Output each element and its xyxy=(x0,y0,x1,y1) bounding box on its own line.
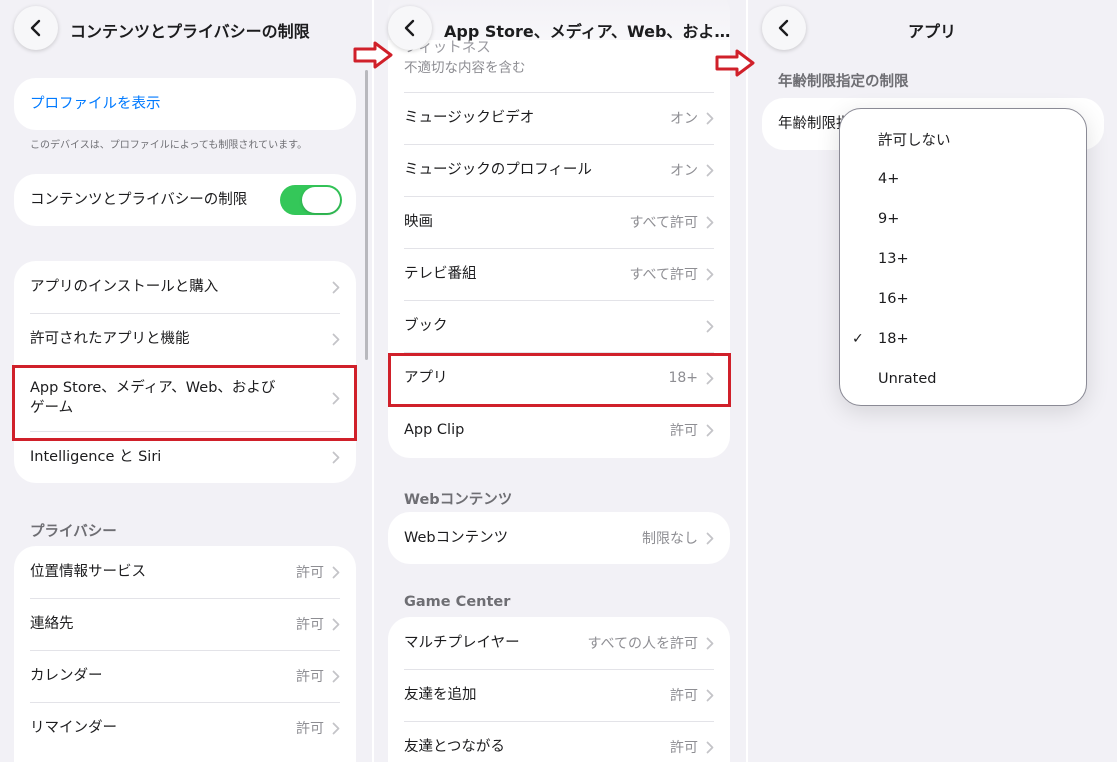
chevron-right-icon xyxy=(706,372,714,384)
chevron-right-icon xyxy=(706,164,714,176)
restriction-toggle-row[interactable]: コンテンツとプライバシーの制限 xyxy=(14,174,356,226)
toggle-knob xyxy=(302,187,340,213)
list-item-tv-shows[interactable]: テレビ番組 すべて許可 xyxy=(388,248,730,300)
profile-note: このデバイスは、プロファイルによっても制限されています。 xyxy=(30,140,308,151)
list-item-app-store-media[interactable]: App Store、メディア、Web、および ゲーム xyxy=(14,365,356,431)
list-item-calendar[interactable]: カレンダー 許可 xyxy=(14,650,356,702)
panel-content-privacy: コンテンツとプライバシーの制限 プロファイルを表示 このデバイスは、プロファイル… xyxy=(0,0,372,762)
chevron-right-icon xyxy=(332,451,340,463)
menu-option-disallow[interactable]: 許可しない xyxy=(840,119,1086,159)
game-center-group: マルチプレイヤー すべての人を許可 友達を追加 許可 友達とつながる 許可 xyxy=(388,617,730,762)
chevron-left-icon xyxy=(30,19,41,37)
privacy-group: 位置情報サービス 許可 連絡先 許可 カレンダー 許可 リマインダー 許可 xyxy=(14,546,356,762)
page-title: アプリ xyxy=(908,22,957,41)
chevron-right-icon xyxy=(706,532,714,544)
checkmark-icon: ✓ xyxy=(852,331,864,347)
page-title: App Store、メディア、Web、およ… xyxy=(444,22,731,41)
list-item-allowed-apps[interactable]: 許可されたアプリと機能 xyxy=(14,313,356,365)
chevron-right-icon xyxy=(706,320,714,332)
chevron-right-icon xyxy=(706,268,714,280)
list-item-reminders[interactable]: リマインダー 許可 xyxy=(14,702,356,754)
arrow-right-icon xyxy=(715,49,755,77)
list-item-multiplayer[interactable]: マルチプレイヤー すべての人を許可 xyxy=(388,617,730,669)
list-item-web-content[interactable]: Webコンテンツ 制限なし xyxy=(388,512,730,564)
list-item-connect-friends[interactable]: 友達とつながる 許可 xyxy=(388,721,730,762)
page-title: コンテンツとプライバシーの制限 xyxy=(70,22,310,41)
age-rating-dropdown-menu: 許可しない 4+ 9+ 13+ 16+ ✓ 18+ Unrated xyxy=(839,108,1087,406)
menu-option-13plus[interactable]: 13+ xyxy=(840,239,1086,279)
chevron-right-icon xyxy=(706,424,714,436)
menu-option-9plus[interactable]: 9+ xyxy=(840,199,1086,239)
chevron-right-icon xyxy=(332,566,340,578)
media-group: フィットネス 不適切な内容を含む ミュージックビデオ オン ミュージックのプロフ… xyxy=(388,0,730,458)
chevron-right-icon xyxy=(332,618,340,630)
list-item-app-install[interactable]: アプリのインストールと購入 xyxy=(14,261,356,313)
chevron-right-icon xyxy=(332,722,340,734)
back-button[interactable] xyxy=(762,6,806,50)
show-profile-link[interactable]: プロファイルを表示 xyxy=(14,78,356,130)
panel-app-store-media: フィットネス 不適切な内容を含む ミュージックビデオ オン ミュージックのプロフ… xyxy=(374,0,746,762)
chevron-left-icon xyxy=(778,19,789,37)
chevron-right-icon xyxy=(332,670,340,682)
chevron-right-icon xyxy=(706,112,714,124)
list-item-music-video[interactable]: ミュージックビデオ オン xyxy=(388,92,730,144)
list-item-add-friends[interactable]: 友達を追加 許可 xyxy=(388,669,730,721)
section-header-age-rating: 年齢制限指定の制限 xyxy=(778,74,909,90)
chevron-right-icon xyxy=(706,637,714,649)
section-header-game-center: Game Center xyxy=(404,594,511,610)
back-button[interactable] xyxy=(14,6,58,50)
arrow-right-icon xyxy=(353,41,393,69)
chevron-right-icon xyxy=(332,281,340,293)
menu-option-4plus[interactable]: 4+ xyxy=(840,159,1086,199)
list-item-apps[interactable]: アプリ 18+ xyxy=(388,352,730,404)
profile-group: プロファイルを表示 xyxy=(14,78,356,130)
web-group: Webコンテンツ 制限なし xyxy=(388,512,730,564)
menu-option-16plus[interactable]: 16+ xyxy=(840,279,1086,319)
list-item-intelligence-siri[interactable]: Intelligence と Siri xyxy=(14,431,356,483)
back-button[interactable] xyxy=(388,6,432,50)
scroll-indicator[interactable] xyxy=(365,70,368,360)
panel-apps-rating: アプリ 年齢制限指定の制限 年齢制限指 許可しない 4+ 9+ 13+ 16+ … xyxy=(748,0,1117,762)
restriction-toggle-group: コンテンツとプライバシーの制限 xyxy=(14,174,356,226)
list-item-music-profile[interactable]: ミュージックのプロフィール オン xyxy=(388,144,730,196)
restriction-toggle[interactable] xyxy=(280,185,342,215)
list-item-books[interactable]: ブック xyxy=(388,300,730,352)
list-item-contacts[interactable]: 連絡先 許可 xyxy=(14,598,356,650)
menu-option-18plus[interactable]: ✓ 18+ xyxy=(840,319,1086,359)
list-item-movies[interactable]: 映画 すべて許可 xyxy=(388,196,730,248)
menu-option-unrated[interactable]: Unrated xyxy=(840,359,1086,399)
chevron-right-icon xyxy=(706,741,714,753)
chevron-left-icon xyxy=(404,19,415,37)
chevron-right-icon xyxy=(332,333,340,345)
chevron-right-icon xyxy=(706,689,714,701)
section-header-privacy: プライバシー xyxy=(30,524,117,540)
chevron-right-icon xyxy=(706,216,714,228)
section-header-web: Webコンテンツ xyxy=(404,492,513,508)
chevron-right-icon xyxy=(332,392,340,404)
list-item-location[interactable]: 位置情報サービス 許可 xyxy=(14,546,356,598)
settings-group: アプリのインストールと購入 許可されたアプリと機能 App Store、メディア… xyxy=(14,261,356,483)
list-item-app-clip[interactable]: App Clip 許可 xyxy=(388,404,730,456)
